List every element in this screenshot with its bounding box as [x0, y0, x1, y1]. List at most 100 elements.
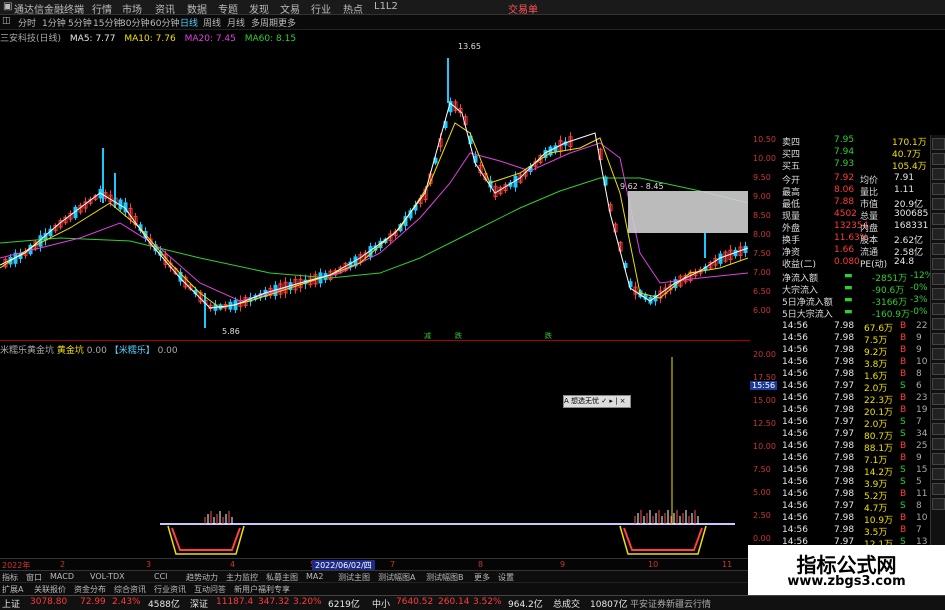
ma-legend: 三安科技(日线) MA5: 7.77 MA10: 7.76 MA20: 7.45…	[0, 31, 302, 44]
level-volume: 105.4万	[892, 162, 927, 172]
tool-button[interactable]	[932, 453, 945, 465]
tick-count: 5	[916, 477, 922, 487]
period-5min[interactable]: 5分钟	[68, 16, 92, 29]
tool-button[interactable]	[932, 333, 945, 345]
extension-tab[interactable]: 关联报价	[34, 584, 66, 595]
menu-item-hq[interactable]: 行情	[92, 1, 112, 16]
high-label: 13.65	[458, 43, 481, 51]
menu-item-industry[interactable]: 行业	[311, 1, 331, 16]
quote-row: 14:56 7.98 9.2万 B 9	[782, 345, 930, 358]
menu-item-topic[interactable]: 专题	[218, 1, 238, 16]
period-more[interactable]: 更多	[278, 16, 296, 29]
menu-item-news[interactable]: 资讯	[155, 1, 175, 16]
tick-time: 14:56	[782, 489, 808, 499]
period-week[interactable]: 周线	[203, 16, 221, 29]
tool-button[interactable]	[932, 363, 945, 375]
sz-index-amount: 6219亿	[328, 600, 360, 610]
tool-button[interactable]	[932, 393, 945, 405]
toolbar-icon[interactable]: ◫	[2, 16, 11, 26]
extension-tab[interactable]: 互动问答	[194, 584, 226, 595]
extension-tab[interactable]: 新用户福利专享	[234, 584, 290, 595]
tool-button[interactable]	[932, 483, 945, 495]
tool-button[interactable]	[932, 258, 945, 270]
tick-count: 10	[916, 357, 928, 367]
extension-tab[interactable]: 行业资讯	[154, 584, 186, 595]
menu-item-trade[interactable]: 文易	[280, 1, 300, 16]
tool-button[interactable]	[932, 498, 945, 510]
tool-button[interactable]	[932, 138, 945, 150]
extension-tab[interactable]: 扩展A	[2, 584, 23, 595]
period-month[interactable]: 月线	[227, 16, 245, 29]
news-ticker[interactable]: 平安证券新疆云行情	[630, 597, 711, 610]
sh-index-name[interactable]: 上证	[2, 597, 20, 610]
tool-button[interactable]	[932, 408, 945, 420]
indicator-tab[interactable]: MACD	[50, 572, 74, 581]
menu-item-hot[interactable]: 热点	[343, 1, 363, 16]
indicator-tab[interactable]: MA2	[306, 572, 323, 581]
tool-button[interactable]	[932, 168, 945, 180]
period-fenshi[interactable]: 分时	[18, 16, 36, 29]
tool-button[interactable]	[932, 423, 945, 435]
quote-row: 14:56 7.98 88.1万 B 25	[782, 441, 930, 454]
x-label: 7	[390, 560, 396, 569]
price-axis: 10.50 10.00 9.50 9.00 8.50 8.00 7.50 7.00 6.50 6.…	[750, 135, 782, 560]
tool-button[interactable]	[932, 378, 945, 390]
tick-time: 14:56	[782, 405, 808, 415]
tick-time: 14:56	[782, 369, 808, 379]
zx-index-name[interactable]: 中小	[372, 597, 390, 610]
extension-tab[interactable]: 资金分布	[74, 584, 106, 595]
tool-button[interactable]	[932, 213, 945, 225]
x-label: 2	[60, 560, 66, 569]
tool-button[interactable]	[932, 288, 945, 300]
menu-item-market[interactable]: 市场	[122, 1, 142, 16]
quote-row: 14:56 7.98 7.5万 B 9	[782, 333, 930, 346]
zx-index-change: 260.14	[438, 597, 470, 607]
tick-side: B	[900, 513, 907, 523]
quote-row: 14:56 7.97 80.7万 S 34	[782, 429, 930, 442]
total-volume-label: 总成交	[553, 600, 581, 610]
quote-row: 14:56 7.98 3.5万 B 7	[782, 525, 930, 538]
tool-button[interactable]	[932, 468, 945, 480]
price-tick: 7.50	[753, 249, 771, 258]
tool-button[interactable]	[932, 243, 945, 255]
tick-side: B	[900, 333, 907, 343]
flow-pct: -3%	[910, 295, 928, 305]
tool-button[interactable]	[932, 198, 945, 210]
tool-button[interactable]	[932, 183, 945, 195]
period-day[interactable]: 日线	[180, 16, 198, 29]
tool-button[interactable]	[932, 228, 945, 240]
pane-divider[interactable]	[0, 340, 750, 341]
period-60min[interactable]: 60分钟	[150, 16, 179, 29]
stat-value: 168331	[894, 221, 929, 231]
sh-index-pct: 2.43%	[112, 597, 141, 607]
tool-button[interactable]	[932, 318, 945, 330]
tool-button[interactable]	[932, 153, 945, 165]
tick-time: 14:56	[782, 465, 808, 475]
period-15min[interactable]: 15分钟	[93, 16, 122, 29]
tool-button[interactable]	[932, 438, 945, 450]
indicator-tick: 15.00	[753, 396, 776, 405]
period-multi[interactable]: 多周期	[251, 16, 278, 29]
trade-button[interactable]: 交易单	[508, 1, 538, 16]
stat-value: 8.06	[834, 185, 855, 195]
indicator-tab[interactable]: VOL-TDX	[90, 572, 125, 581]
period-30min[interactable]: 30分钟	[120, 16, 149, 29]
tool-button[interactable]	[932, 273, 945, 285]
period-1min[interactable]: 1分钟	[42, 16, 66, 29]
tick-count: 7	[916, 417, 922, 427]
price-tick: 7.00	[753, 268, 771, 277]
floating-toolbar-text: A 想选无忧 ✓ ▸ | ×	[564, 397, 626, 405]
tool-button[interactable]	[932, 303, 945, 315]
menu-item-l1l2[interactable]: L1L2	[374, 1, 398, 12]
menu-item-data[interactable]: 数据	[187, 1, 207, 16]
tool-button[interactable]	[932, 348, 945, 360]
tick-price: 7.98	[834, 513, 855, 523]
kline-chart[interactable]: 13.65 5.86 9.62 - 8.45 减 跌 跌	[0, 43, 750, 339]
floating-toolbar[interactable]: A 想选无忧 ✓ ▸ | ×	[563, 395, 631, 408]
tick-time: 14:56	[782, 321, 808, 331]
indicator-tab[interactable]: CCI	[154, 572, 168, 581]
sz-index-name[interactable]: 深证	[190, 597, 208, 610]
extension-tab[interactable]: 综合资讯	[114, 584, 146, 595]
indicator-chart[interactable]	[0, 352, 750, 557]
menu-item-discover[interactable]: 发现	[249, 1, 269, 16]
